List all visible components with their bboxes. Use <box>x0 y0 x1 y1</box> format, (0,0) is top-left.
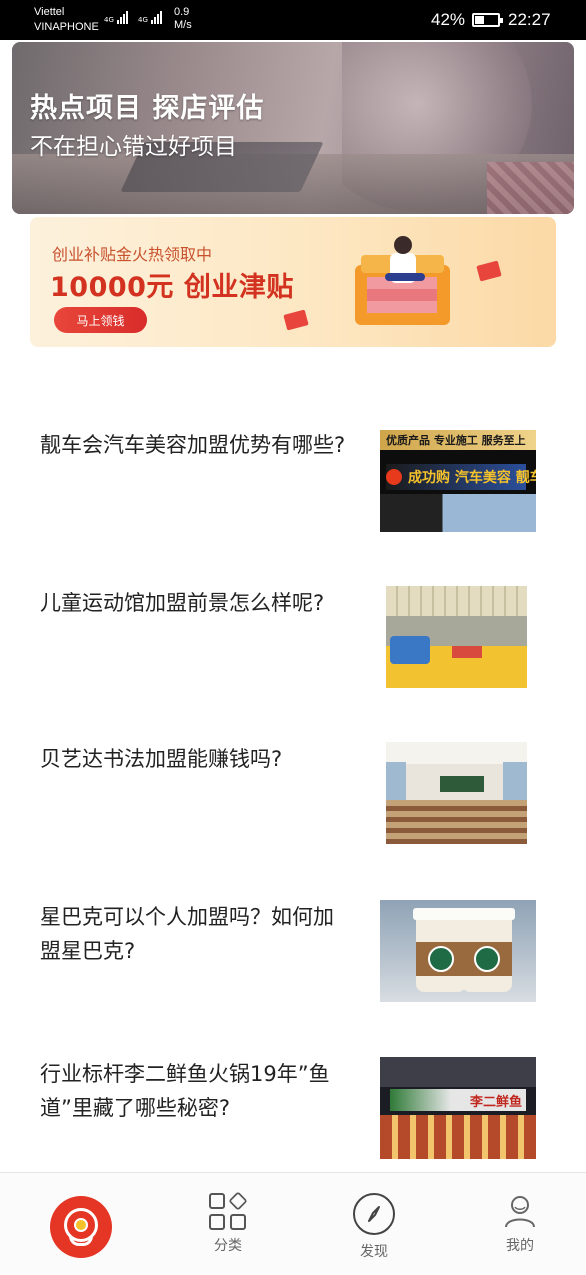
category-grid-icon <box>209 1191 248 1231</box>
carrier-info: Viettel VINAPHONE <box>34 5 99 35</box>
network-speed-unit: M/s <box>174 19 192 31</box>
article-thumbnail: 李二鲜鱼 <box>380 1057 536 1159</box>
list-item[interactable]: 行业标杆李二鲜鱼火锅19年”鱼道”里藏了哪些秘密? 李二鲜鱼 <box>0 1057 586 1177</box>
hero-title: 热点项目 探店评估 <box>30 93 265 124</box>
tab-label: 发现 <box>360 1244 388 1260</box>
claim-money-button[interactable]: 马上领钱 <box>54 307 147 333</box>
thumbnail-sign-text: 李二鲜鱼 <box>470 1095 523 1110</box>
list-item[interactable]: 贝艺达书法加盟能赚钱吗? <box>0 742 586 862</box>
network-type-2: 4G <box>138 16 148 24</box>
bottom-tab-bar: 分类 发现 我的 <box>0 1172 586 1275</box>
article-thumbnail <box>386 742 527 844</box>
article-title: 星巴克可以个人加盟吗？如何加盟星巴克? <box>40 905 334 963</box>
signal-icon: 4G <box>138 11 162 24</box>
article-title: 靓车会汽车美容加盟优势有哪些? <box>40 433 346 457</box>
hero-photo-shirt <box>487 162 574 214</box>
article-thumbnail <box>386 586 527 688</box>
user-icon <box>501 1193 539 1231</box>
list-item[interactable]: 儿童运动馆加盟前景怎么样呢? <box>0 586 586 706</box>
list-item[interactable]: 星巴克可以个人加盟吗？如何加盟星巴克? <box>0 900 586 1020</box>
red-envelope-icon <box>283 309 309 331</box>
tab-label: 分类 <box>214 1238 242 1254</box>
tab-category[interactable]: 分类 <box>188 1191 268 1255</box>
network-speed: 0.9 M/s <box>174 6 192 32</box>
thumbnail-caption: 优质产品 专业施工 服务至上 <box>386 434 526 447</box>
tab-home[interactable] <box>50 1196 112 1258</box>
promo-subtitle: 创业补贴金火热领取中 <box>52 245 213 264</box>
battery-percent: 42% <box>431 10 466 29</box>
promo-headline: 10000元 创业津贴 <box>50 272 294 303</box>
battery-fill <box>475 16 484 24</box>
carrier-name-2: VINAPHONE <box>34 21 99 33</box>
compass-icon <box>353 1193 395 1235</box>
battery-icon <box>472 13 503 27</box>
status-time: 22:27 <box>508 10 551 29</box>
network-speed-value: 0.9 <box>174 6 190 18</box>
carrier-name-1: Viettel <box>34 6 65 18</box>
signal-icon: 4G <box>104 11 128 24</box>
hero-subtitle: 不在担心错过好项目 <box>30 134 237 160</box>
money-box-illustration <box>355 236 450 325</box>
article-thumbnail <box>380 900 536 1002</box>
list-item[interactable]: 靓车会汽车美容加盟优势有哪些? 优质产品 专业施工 服务至上 成功购 汽车美容 … <box>0 428 586 548</box>
status-bar: Viettel VINAPHONE 4G 4G 0.9 M/s 42% 22:2… <box>0 0 586 40</box>
article-title: 儿童运动馆加盟前景怎么样呢? <box>40 591 325 615</box>
article-title: 贝艺达书法加盟能赚钱吗? <box>40 747 283 771</box>
article-thumbnail: 优质产品 专业施工 服务至上 成功购 汽车美容 靓车会 <box>380 430 536 532</box>
thumbnail-sign-text: 成功购 汽车美容 靓车会 <box>408 470 536 486</box>
tab-label: 我的 <box>506 1238 534 1254</box>
tab-discover[interactable]: 发现 <box>334 1193 414 1261</box>
promo-banner[interactable]: 创业补贴金火热领取中 10000元 创业津贴 马上领钱 <box>30 217 556 347</box>
network-type-1: 4G <box>104 16 114 24</box>
red-envelope-icon <box>476 260 502 282</box>
tab-profile[interactable]: 我的 <box>480 1193 560 1255</box>
article-title: 行业标杆李二鲜鱼火锅19年”鱼道”里藏了哪些秘密? <box>40 1062 330 1120</box>
